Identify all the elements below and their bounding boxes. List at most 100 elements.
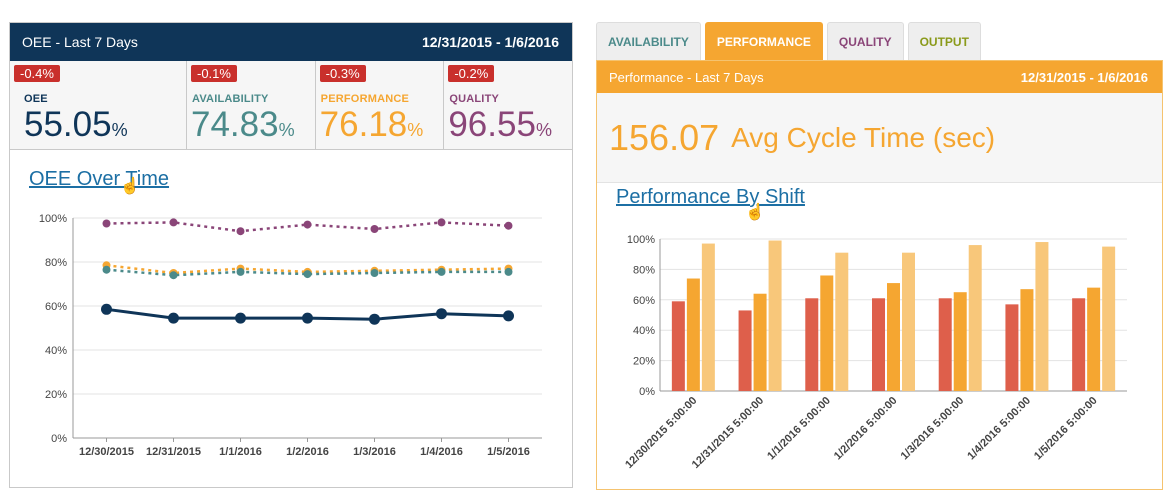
kpi-quality-delta-badge: -0.2% <box>448 65 495 82</box>
data-point <box>437 267 446 276</box>
bar <box>671 301 685 391</box>
x-tick-label: 1/5/2016 5:00:00 <box>1032 395 1100 463</box>
y-tick-label: 0% <box>51 433 67 445</box>
kpi-availability[interactable]: -0.1% AVAILABILITY 74.83% <box>187 61 316 149</box>
kpi-performance[interactable]: -0.3% PERFORMANCE 76.18% <box>315 61 445 149</box>
data-point <box>102 219 111 228</box>
y-tick-label: 20% <box>633 356 655 368</box>
data-point <box>169 218 178 227</box>
bar <box>1072 298 1086 391</box>
data-point <box>504 267 513 276</box>
x-tick-label: 1/2/2016 5:00:00 <box>832 395 900 463</box>
kpi-oee-value: 55.05% <box>24 105 128 144</box>
bar <box>768 240 782 391</box>
bar <box>1102 246 1116 391</box>
data-point <box>370 225 379 233</box>
oee-panel-title: OEE - Last 7 Days <box>22 34 138 50</box>
data-point <box>168 312 179 324</box>
tab-availability[interactable]: AVAILABILITY <box>596 22 701 60</box>
avg-cycle-time-box: 156.07 Avg Cycle Time (sec) <box>597 93 1162 183</box>
data-point <box>235 312 246 324</box>
performance-panel-date-range: 12/31/2015 - 1/6/2016 <box>1020 69 1148 85</box>
bar <box>887 283 900 391</box>
data-point <box>370 269 379 277</box>
y-tick-label: 40% <box>633 325 655 337</box>
kpi-availability-label: AVAILABILITY <box>192 93 269 105</box>
y-tick-label: 20% <box>45 389 67 401</box>
x-tick-label: 1/1/2016 <box>219 446 262 458</box>
data-point <box>436 308 447 320</box>
x-tick-label: 1/3/2016 5:00:00 <box>899 395 967 463</box>
y-tick-label: 80% <box>45 257 67 269</box>
tab-output[interactable]: OUTPUT <box>907 22 981 60</box>
x-tick-label: 1/2/2016 <box>286 446 329 458</box>
y-tick-label: 60% <box>633 295 655 307</box>
data-point <box>437 218 446 227</box>
oee-panel: OEE - Last 7 Days 12/31/2015 - 1/6/2016 … <box>9 22 573 488</box>
kpi-quality-value: 96.55% <box>448 105 552 144</box>
performance-bar-chart: 0% 20% 40% 60% 80% 100% 12/30/2015 5:00:0012/3… <box>623 234 1127 471</box>
kpi-quality[interactable]: -0.2% QUALITY 96.55% <box>444 61 573 149</box>
data-point <box>236 227 245 236</box>
tab-quality[interactable]: QUALITY <box>826 22 904 60</box>
bar <box>738 310 752 391</box>
bar <box>701 243 715 391</box>
performance-panel-header: Performance - Last 7 Days 12/31/2015 - 1… <box>597 61 1162 93</box>
bar <box>835 252 849 391</box>
bar <box>753 293 767 391</box>
x-tick-label: 1/5/2016 <box>487 446 530 458</box>
y-tick-label: 0% <box>639 386 655 398</box>
performance-panel-title: Performance - Last 7 Days <box>609 69 764 85</box>
oee-line-chart: 0% 20% 40% 60% 80% 100% 12/30/2015 12/31/2015 1/… <box>39 213 542 458</box>
bar <box>953 292 967 391</box>
x-tick-label: 12/30/2015 <box>79 446 134 458</box>
metric-tabs: AVAILABILITY PERFORMANCE QUALITY OUTPUT <box>596 22 985 60</box>
kpi-performance-label: PERFORMANCE <box>320 93 410 105</box>
kpi-quality-label: QUALITY <box>449 93 500 105</box>
x-tick-label: 1/3/2016 <box>353 446 396 458</box>
bar <box>820 275 834 391</box>
kpi-availability-value: 74.83% <box>191 105 295 144</box>
y-tick-label: 100% <box>627 234 655 246</box>
x-tick-label: 12/30/2015 5:00:00 <box>623 395 699 471</box>
performance-by-shift-link[interactable]: Performance By Shift <box>616 186 805 209</box>
avg-cycle-time-label: Avg Cycle Time (sec) <box>731 121 996 153</box>
kpi-oee-delta-badge: -0.4% <box>14 65 60 82</box>
data-point <box>169 271 178 280</box>
avg-cycle-time-value: 156.07 <box>609 116 720 158</box>
kpi-availability-delta-badge: -0.1% <box>191 65 237 82</box>
bar <box>805 298 819 391</box>
data-point <box>302 312 313 324</box>
x-tick-label: 12/31/2015 5:00:00 <box>690 395 766 471</box>
bar <box>1020 289 1034 391</box>
data-point <box>504 221 513 230</box>
bar <box>872 298 885 391</box>
y-tick-label: 40% <box>45 345 67 357</box>
x-tick-label: 1/4/2016 <box>420 446 463 458</box>
kpi-performance-value: 76.18% <box>319 105 424 144</box>
bar <box>902 252 915 391</box>
bar <box>938 298 952 391</box>
bar <box>968 245 982 391</box>
data-point <box>102 265 111 274</box>
bar <box>686 278 700 391</box>
x-tick-label: 1/1/2016 5:00:00 <box>765 395 833 463</box>
kpi-oee[interactable]: -0.4% OEE 55.05% <box>10 61 187 149</box>
kpi-oee-label: OEE <box>24 93 48 105</box>
tab-performance[interactable]: PERFORMANCE <box>704 22 823 60</box>
data-point <box>236 267 245 276</box>
y-tick-label: 60% <box>45 301 67 313</box>
y-tick-label: 80% <box>633 264 655 276</box>
bar <box>1035 242 1049 391</box>
bar <box>1087 287 1101 391</box>
x-tick-label: 1/4/2016 5:00:00 <box>965 395 1033 463</box>
bar <box>1005 304 1019 391</box>
data-point <box>101 303 112 315</box>
oee-over-time-link[interactable]: OEE Over Time <box>29 168 169 191</box>
y-tick-label: 100% <box>39 213 67 225</box>
data-point <box>503 310 514 322</box>
kpi-performance-delta-badge: -0.3% <box>319 65 366 82</box>
data-point <box>303 220 312 229</box>
performance-panel: Performance - Last 7 Days 12/31/2015 - 1… <box>596 60 1163 490</box>
oee-panel-date-range: 12/31/2015 - 1/6/2016 <box>421 34 559 50</box>
